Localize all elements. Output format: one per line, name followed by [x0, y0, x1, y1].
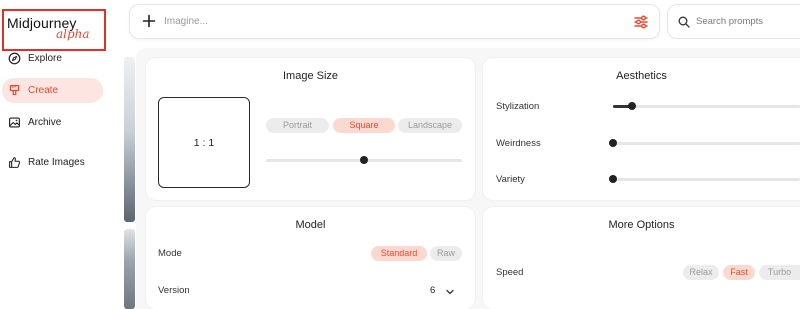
version-select[interactable]: 6	[430, 285, 435, 296]
speed-option-relax[interactable]: Relax	[683, 265, 719, 280]
gallery-thumbnail[interactable]	[124, 57, 135, 222]
imagine-bar[interactable]: Imagine...	[129, 4, 660, 39]
slider-thumb[interactable]	[609, 139, 617, 147]
imagine-input[interactable]: Imagine...	[164, 16, 208, 27]
mode-option-standard[interactable]: Standard	[371, 246, 427, 261]
image-icon	[9, 117, 20, 128]
size-option-square[interactable]: Square	[333, 118, 395, 133]
sidebar-item-explore[interactable]: Explore	[2, 46, 103, 71]
sidebar-item-label: Explore	[28, 53, 62, 64]
compass-icon	[8, 52, 21, 65]
plus-icon[interactable]	[142, 14, 156, 28]
stylization-label: Stylization	[496, 101, 540, 112]
panel-title: Model	[295, 219, 326, 231]
logo[interactable]: Midjourney alpha	[2, 9, 106, 51]
panel-title: Aesthetics	[616, 70, 667, 82]
search-input[interactable]: Search prompts	[696, 16, 763, 27]
sidebar-item-create[interactable]: Create	[2, 78, 103, 103]
panel-title: Image Size	[282, 70, 339, 82]
stylization-slider[interactable]	[613, 102, 800, 110]
sidebar-item-rate-images[interactable]: Rate Images	[2, 150, 103, 175]
slider-thumb[interactable]	[627, 102, 636, 110]
chevron-down-icon[interactable]	[445, 287, 455, 297]
sidebar-item-label: Archive	[28, 117, 62, 128]
speed-label: Speed	[496, 267, 524, 278]
sidebar-item-label: Rate Images	[28, 157, 85, 168]
brush-icon	[9, 85, 20, 96]
aesthetics-panel: Aesthetics Stylization Weirdness Variety	[483, 58, 800, 200]
panel-title: More Options	[608, 219, 675, 231]
slider-thumb[interactable]	[360, 156, 368, 164]
size-option-landscape[interactable]: Landscape	[398, 118, 462, 133]
search-bar[interactable]: Search prompts	[667, 4, 800, 39]
thumbs-up-icon	[9, 157, 21, 168]
sliders-settings-icon[interactable]	[633, 14, 649, 30]
weirdness-label: Weirdness	[496, 138, 541, 149]
model-panel: Model Mode Standard Raw Version 6	[146, 207, 475, 309]
weirdness-slider[interactable]	[609, 139, 800, 147]
mode-option-raw[interactable]: Raw	[430, 246, 462, 261]
more-options-panel: More Options Speed Relax Fast Turbo	[483, 207, 800, 309]
version-label: Version	[158, 285, 190, 296]
speed-option-turbo[interactable]: Turbo	[759, 265, 800, 280]
speed-option-fast[interactable]: Fast	[723, 265, 755, 280]
variety-slider[interactable]	[609, 175, 800, 183]
sidebar-item-label: Create	[28, 85, 59, 96]
aspect-ratio-slider[interactable]	[266, 156, 462, 164]
gallery-thumbnail[interactable]	[124, 229, 135, 309]
logo-alpha-badge: alpha	[56, 27, 90, 41]
slider-thumb[interactable]	[609, 175, 617, 183]
search-icon	[678, 16, 690, 28]
image-size-panel: Image Size 1 : 1 Portrait Square Landsca…	[146, 58, 475, 200]
sidebar-item-archive[interactable]: Archive	[2, 110, 103, 135]
variety-label: Variety	[496, 174, 525, 185]
mode-label: Mode	[158, 248, 182, 259]
size-option-portrait[interactable]: Portrait	[266, 118, 329, 133]
aspect-ratio-value: 1 : 1	[193, 136, 215, 149]
aspect-ratio-preview: 1 : 1	[158, 97, 250, 188]
